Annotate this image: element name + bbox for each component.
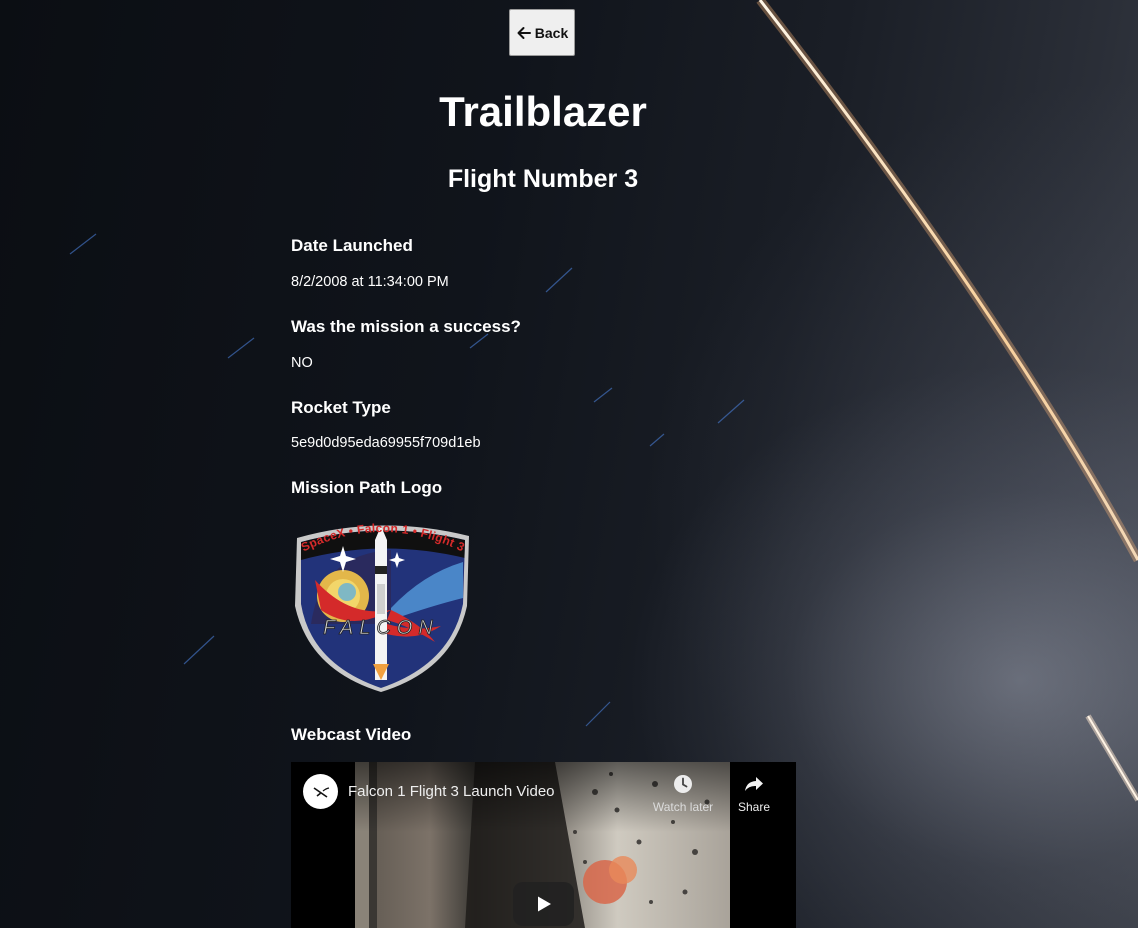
mission-logo-label: Mission Path Logo xyxy=(291,478,443,497)
patch-word: FALCON xyxy=(323,617,439,639)
arrow-left-icon xyxy=(517,26,531,39)
clock-icon xyxy=(674,775,692,793)
share-arrow-icon xyxy=(745,777,763,791)
rocket-type-value: 5e9d0d95eda69955f709d1eb xyxy=(291,435,481,451)
play-button[interactable] xyxy=(513,882,574,926)
share-label: Share xyxy=(737,800,771,814)
spacex-logo-icon xyxy=(313,786,329,798)
mission-patch-logo: SpaceX • Falcon 1 • Flight 3 FALCON xyxy=(295,521,469,692)
mission-success-value: NO xyxy=(291,355,313,371)
watch-later-button[interactable]: Watch later xyxy=(648,772,718,814)
flight-number: Flight Number 3 xyxy=(447,165,639,193)
video-title[interactable]: Falcon 1 Flight 3 Launch Video xyxy=(348,783,555,800)
date-launched-label: Date Launched xyxy=(291,236,413,255)
back-button[interactable]: Back xyxy=(509,9,575,56)
webcast-video-player[interactable]: Falcon 1 Flight 3 Launch Video Watch lat… xyxy=(291,762,796,928)
mission-success-label: Was the mission a success? xyxy=(291,317,521,336)
channel-avatar[interactable] xyxy=(303,774,338,809)
play-icon xyxy=(537,896,551,912)
mission-details-page: Back Trailblazer Flight Number 3 Date La… xyxy=(0,0,1138,928)
webcast-video-label: Webcast Video xyxy=(291,725,412,744)
back-button-label: Back xyxy=(534,24,569,41)
watch-later-label: Watch later xyxy=(652,800,714,814)
mission-name: Trailblazer xyxy=(439,88,647,135)
rocket-type-label: Rocket Type xyxy=(291,398,391,417)
share-button[interactable]: Share xyxy=(719,772,789,814)
date-launched-value: 8/2/2008 at 11:34:00 PM xyxy=(291,274,449,290)
